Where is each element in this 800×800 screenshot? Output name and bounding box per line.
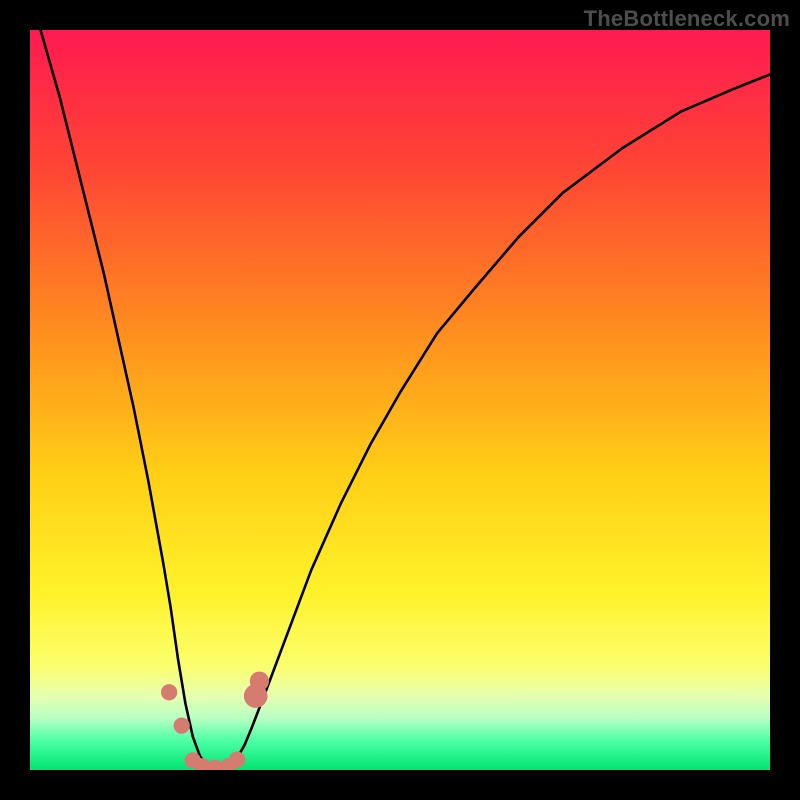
marker-group bbox=[161, 672, 269, 770]
chart-frame: TheBottleneck.com bbox=[0, 0, 800, 800]
data-marker bbox=[229, 752, 245, 768]
data-marker bbox=[161, 684, 177, 700]
watermark-text: TheBottleneck.com bbox=[584, 6, 790, 32]
bottleneck-curve bbox=[30, 30, 770, 769]
data-marker bbox=[250, 672, 269, 691]
curve-layer bbox=[30, 30, 770, 770]
data-marker bbox=[174, 717, 190, 733]
plot-area bbox=[30, 30, 770, 770]
